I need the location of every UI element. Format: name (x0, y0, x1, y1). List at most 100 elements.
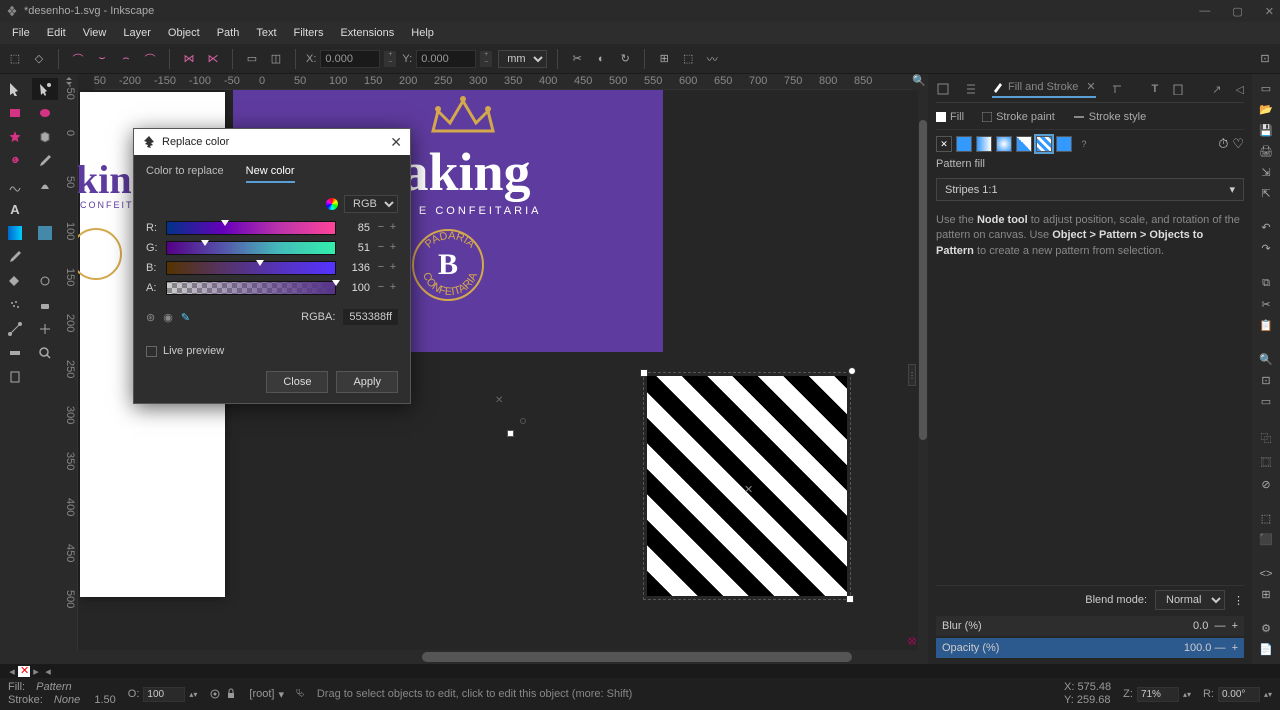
mesh-tool[interactable] (32, 222, 58, 244)
dropper-tool[interactable] (2, 246, 28, 268)
wheel-mode-icon[interactable]: ◉ (163, 311, 173, 324)
tab-new-color[interactable]: New color (246, 165, 295, 183)
maximize-button[interactable]: ▢ (1232, 5, 1242, 18)
fill-unknown[interactable]: ? (1076, 136, 1092, 152)
panel-undock-icon[interactable]: ↗ (1212, 80, 1221, 98)
edit-clip-icon[interactable]: ✂ (568, 50, 586, 68)
ruler-vertical[interactable]: -50050100150200250300350400450500 (62, 90, 78, 650)
handle-se[interactable] (846, 595, 854, 603)
minimize-button[interactable]: — (1199, 5, 1210, 18)
menu-layer[interactable]: Layer (115, 24, 159, 42)
b-minus[interactable]: − (376, 261, 386, 275)
selector-tool[interactable] (2, 78, 28, 100)
dock-paste-icon[interactable]: 📋 (1257, 319, 1275, 332)
dock-clone-icon[interactable]: ⿴ (1257, 454, 1275, 470)
layer-select[interactable]: [root] ▾ (249, 688, 284, 701)
fill-pattern[interactable] (1036, 136, 1052, 152)
x-input[interactable] (320, 50, 380, 68)
opacity-row[interactable]: Opacity (%) 100.0 — + (936, 638, 1244, 658)
tweak-tool[interactable] (32, 270, 58, 292)
layer-visible-icon[interactable] (209, 688, 221, 700)
node-join-icon[interactable]: ⋈ (180, 50, 198, 68)
show-bezier-icon[interactable]: 〰 (703, 50, 721, 68)
panel-tab-transform[interactable]: T (1152, 80, 1159, 98)
star-tool[interactable] (2, 126, 28, 148)
node-c-icon[interactable]: ⌒ (69, 50, 87, 68)
panel-tab-export[interactable] (1172, 80, 1184, 98)
dock-zoom-sel-icon[interactable]: 🔍 (1257, 353, 1275, 366)
rectangle-tool[interactable] (2, 102, 28, 124)
a-minus[interactable]: − (376, 281, 386, 295)
gradient-tool[interactable] (2, 222, 28, 244)
dialog-titlebar[interactable]: Replace color ✕ (134, 129, 410, 155)
show-handles-icon[interactable]: ⊞ (655, 50, 673, 68)
lpe-tool[interactable] (32, 318, 58, 340)
menu-edit[interactable]: Edit (39, 24, 74, 42)
y-input[interactable] (416, 50, 476, 68)
fill-flat[interactable] (956, 136, 972, 152)
eraser-tool[interactable] (32, 294, 58, 316)
arrow-handles-icon[interactable]: ⬚ (6, 50, 24, 68)
palette-scroll-right[interactable]: ▸ (30, 665, 42, 678)
dock-zoom-page-icon[interactable]: ▭ (1257, 395, 1275, 408)
panel-tab-align[interactable] (964, 80, 978, 98)
node-sym-icon[interactable]: ⌢ (117, 50, 135, 68)
dock-open-icon[interactable]: 📂 (1257, 103, 1275, 116)
fill-radial[interactable] (996, 136, 1012, 152)
menu-help[interactable]: Help (403, 24, 442, 42)
menu-extensions[interactable]: Extensions (332, 24, 402, 42)
close-button[interactable]: ✕ (1265, 5, 1274, 18)
b-plus[interactable]: + (388, 261, 398, 275)
menu-object[interactable]: Object (160, 24, 208, 42)
fill-heart-icon[interactable]: ♡ (1232, 136, 1244, 152)
calligraphy-tool[interactable] (32, 174, 58, 196)
dock-import-icon[interactable]: ⇲ (1257, 166, 1275, 179)
palette-scroll-left[interactable]: ◂ (6, 665, 18, 678)
panel-tab-text[interactable] (1110, 80, 1124, 98)
palette-menu[interactable]: ◂ (42, 665, 54, 678)
rotation-center-x[interactable]: ✕ (495, 395, 503, 406)
handle-ne[interactable] (848, 367, 856, 375)
panel-tab-fill-stroke[interactable]: Fill and Stroke ✕ (992, 80, 1096, 98)
dialog-close-button[interactable]: ✕ (390, 134, 402, 151)
dock-zoom-draw-icon[interactable]: ⊡ (1257, 374, 1275, 387)
ruler-horizontal[interactable]: -250-200-150-100-50050100150200250300350… (94, 74, 912, 90)
ellipse-tool[interactable] (32, 102, 58, 124)
pattern-select[interactable]: Stripes 1:1▾ (936, 178, 1244, 201)
replace-color-dialog[interactable]: Replace color ✕ Color to replace New col… (133, 128, 411, 404)
dock-export-icon[interactable]: ⇱ (1257, 187, 1275, 200)
spray-tool[interactable] (2, 294, 28, 316)
dock-doc-props-icon[interactable]: 📄 (1257, 643, 1275, 656)
panel-tab-layers[interactable] (936, 80, 950, 98)
blur-row[interactable]: Blur (%) 0.0 — + (936, 616, 1244, 636)
dock-unlink-icon[interactable]: ⊘ (1257, 478, 1275, 491)
fill-swatch[interactable] (1056, 136, 1072, 152)
rotate-handles-icon[interactable]: ◇ (30, 50, 48, 68)
r-slider[interactable] (166, 221, 336, 235)
units-select[interactable]: mm (498, 50, 547, 68)
zoom-tool[interactable] (32, 342, 58, 364)
menu-text[interactable]: Text (248, 24, 284, 42)
subtab-stroke-paint[interactable]: Stroke paint (982, 111, 1055, 123)
paint-bucket-tool[interactable] (2, 270, 28, 292)
object-to-path-icon[interactable]: ▭ (243, 50, 261, 68)
g-slider[interactable] (166, 241, 336, 255)
node-handle[interactable] (507, 430, 514, 437)
layer-lock-icon[interactable] (225, 688, 237, 700)
rgba-value[interactable]: 553388ff (343, 309, 398, 325)
rotation-center-dot[interactable] (520, 418, 526, 424)
spiral-tool[interactable] (2, 150, 28, 172)
r-minus[interactable]: − (376, 221, 386, 235)
next-path-icon[interactable]: ↻ (616, 50, 634, 68)
scrollbar-horizontal[interactable] (62, 650, 928, 664)
dock-xml-icon[interactable]: <> (1257, 567, 1275, 579)
subtab-stroke-style[interactable]: Stroke style (1073, 111, 1146, 123)
status-opacity-input[interactable] (143, 687, 185, 702)
connector-tool[interactable] (2, 318, 28, 340)
dock-duplicate-icon[interactable]: ⿻ (1257, 430, 1275, 446)
node-break-icon[interactable]: ⋉ (204, 50, 222, 68)
dock-save-icon[interactable]: 💾 (1257, 124, 1275, 137)
dialog-apply-btn[interactable]: Apply (336, 371, 398, 393)
dock-print-icon[interactable]: 🖨 (1257, 145, 1275, 158)
dropper-icon[interactable]: ✎ (181, 311, 190, 324)
